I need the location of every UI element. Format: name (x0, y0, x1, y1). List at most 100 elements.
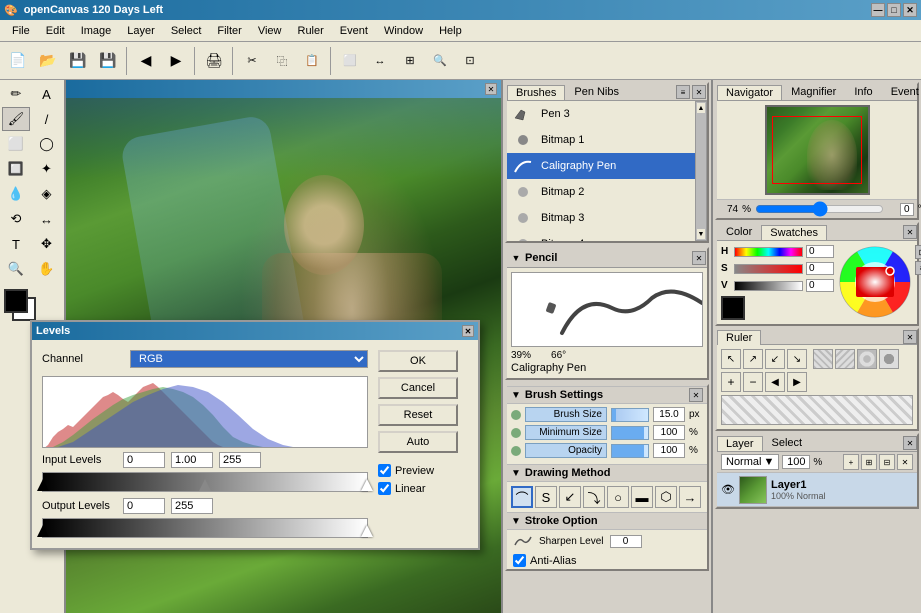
v-track[interactable] (734, 281, 803, 291)
tool-gradient[interactable]: ◈ (33, 182, 61, 206)
tool-brush[interactable]: 🖌 (2, 107, 30, 131)
input-min[interactable] (123, 452, 165, 468)
brush-size-track[interactable] (611, 408, 649, 422)
tool-magic-wand[interactable]: 🔲 (2, 157, 30, 181)
toolbar-transform[interactable]: ⬜ (336, 47, 364, 75)
ruler-btn-ne[interactable]: ↗ (743, 349, 763, 369)
menu-event[interactable]: Event (332, 23, 376, 39)
layer-panel-close[interactable]: ✕ (903, 436, 917, 450)
tab-magnifier[interactable]: Magnifier (782, 84, 845, 100)
method-arrow[interactable]: → (679, 486, 701, 508)
menu-view[interactable]: View (250, 23, 290, 39)
toolbar-print[interactable]: 🖨 (200, 47, 228, 75)
ruler-pattern-2[interactable] (835, 349, 855, 369)
foreground-color[interactable] (4, 289, 28, 313)
brushes-options-button[interactable]: ≡ (676, 85, 690, 99)
output-handle-right[interactable] (361, 525, 373, 537)
tool-line[interactable]: / (33, 107, 61, 131)
toolbar-crop[interactable]: ⊞ (396, 47, 424, 75)
linear-checkbox[interactable] (378, 482, 391, 495)
layer-merge-button[interactable]: ⊟ (879, 454, 895, 470)
menu-edit[interactable]: Edit (38, 23, 73, 39)
input-handle-left[interactable] (37, 479, 49, 491)
output-handle-left[interactable] (37, 525, 49, 537)
tool-dodge[interactable]: ↔ (33, 207, 61, 231)
tool-smudge[interactable]: ⟲ (2, 207, 30, 231)
toolbar-paste[interactable]: 📋 (298, 47, 326, 75)
input-max[interactable] (219, 452, 261, 468)
v-value[interactable] (806, 279, 834, 292)
minimize-button[interactable]: — (871, 3, 885, 17)
layer-options-button[interactable]: ⊞ (861, 454, 877, 470)
menu-layer[interactable]: Layer (119, 23, 163, 39)
ruler-btn-sw[interactable]: ↙ (765, 349, 785, 369)
tab-navigator[interactable]: Navigator (717, 85, 782, 100)
ruler-btn-plus[interactable]: + (721, 372, 741, 392)
tab-event[interactable]: Event (882, 84, 921, 100)
method-hexagon[interactable]: ⬡ (655, 486, 677, 508)
menu-filter[interactable]: Filter (209, 23, 249, 39)
layer-item[interactable]: 👁 Layer1 100% Normal (717, 473, 917, 507)
tool-zoom[interactable]: 🔍 (2, 257, 30, 281)
output-slider[interactable] (42, 518, 368, 538)
tool-move[interactable]: ✥ (33, 232, 61, 256)
tool-lasso[interactable]: ✦ (33, 157, 61, 181)
preview-checkbox[interactable] (378, 464, 391, 477)
toolbar-zoom-1[interactable]: ⊡ (456, 47, 484, 75)
h-track[interactable] (734, 247, 803, 257)
brush-bitmap1[interactable]: Bitmap 1 (507, 127, 695, 153)
toolbar-save-as[interactable]: 💾 (94, 47, 122, 75)
toolbar-undo[interactable]: ◀ (132, 47, 160, 75)
scroll-down[interactable]: ▼ (696, 228, 706, 240)
anti-alias-checkbox[interactable] (513, 554, 526, 567)
toolbar-resize[interactable]: ↔ (366, 47, 394, 75)
tab-info[interactable]: Info (845, 84, 881, 100)
ruler-btn-se[interactable]: ↘ (787, 349, 807, 369)
brush-settings-close[interactable]: ✕ (689, 388, 703, 402)
tool-text[interactable]: T (2, 232, 30, 256)
color-wheel-container[interactable]: ⊡ ≡ (838, 245, 913, 320)
menu-help[interactable]: Help (431, 23, 470, 39)
tool-ellipse[interactable]: ◯ (33, 132, 61, 156)
s-track[interactable] (734, 264, 803, 274)
levels-close[interactable]: ✕ (462, 325, 474, 337)
color-panel-close[interactable]: ✕ (903, 225, 917, 239)
output-min[interactable] (123, 498, 165, 514)
ruler-btn-minus[interactable]: − (743, 372, 763, 392)
s-value[interactable] (806, 262, 834, 275)
min-size-value[interactable]: 100 (653, 425, 685, 440)
ruler-pattern-1[interactable] (813, 349, 833, 369)
brushes-close-button[interactable]: ✕ (692, 85, 706, 99)
tool-hand[interactable]: ✋ (33, 257, 61, 281)
tool-pencil[interactable]: ✏ (2, 82, 30, 106)
ruler-pattern-3[interactable] (857, 349, 877, 369)
tool-bucket[interactable]: 💧 (2, 182, 30, 206)
menu-image[interactable]: Image (73, 23, 120, 39)
opacity-track[interactable] (611, 444, 649, 458)
sharpen-value[interactable] (610, 535, 642, 548)
reset-button[interactable]: Reset (378, 404, 458, 426)
layer-eye-icon[interactable]: 👁 (721, 483, 735, 496)
layer-delete-button[interactable]: ✕ (897, 454, 913, 470)
input-mid[interactable] (171, 452, 213, 468)
channel-select[interactable]: RGB Red Green Blue (130, 350, 368, 368)
method-zigzag[interactable]: ⤵ (583, 486, 605, 508)
input-handle-right[interactable] (361, 479, 373, 491)
color-options-2[interactable]: ≡ (915, 261, 921, 275)
scroll-up[interactable]: ▲ (696, 102, 706, 114)
close-button[interactable]: ✕ (903, 3, 917, 17)
toolbar-cut[interactable]: ✂ (238, 47, 266, 75)
ruler-btn-prev[interactable]: ◀ (765, 372, 785, 392)
tab-layer[interactable]: Layer (717, 436, 763, 451)
drawing-method-header[interactable]: ▼ Drawing Method (507, 464, 707, 482)
pencil-close[interactable]: ✕ (692, 251, 706, 265)
method-circle[interactable]: ○ (607, 486, 629, 508)
layer-add-button[interactable]: + (843, 454, 859, 470)
scroll-thumb[interactable] (696, 114, 706, 228)
tab-pen-nibs[interactable]: Pen Nibs (565, 84, 628, 100)
brush-pen3[interactable]: Pen 3 (507, 101, 695, 127)
brushes-scrollbar[interactable]: ▲ ▼ (695, 101, 707, 241)
stroke-option-header[interactable]: ▼ Stroke Option (507, 512, 707, 530)
ruler-pattern-4[interactable] (879, 349, 899, 369)
maximize-button[interactable]: □ (887, 3, 901, 17)
